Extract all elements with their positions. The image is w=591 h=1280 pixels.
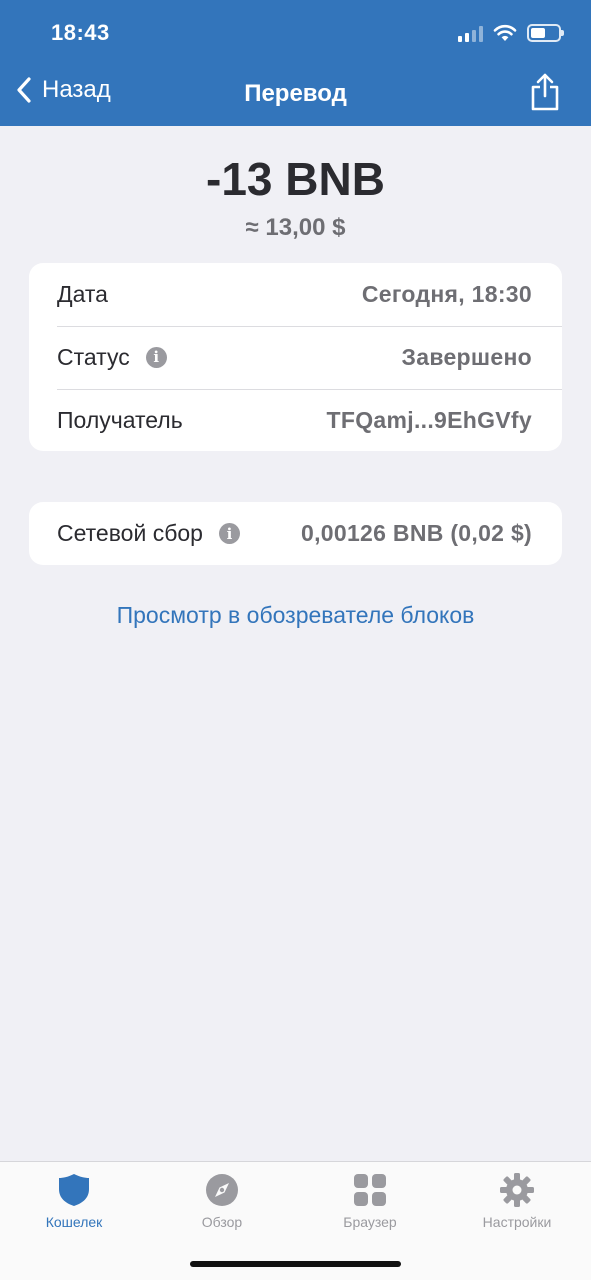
top-bar: 18:43 Назад Перевод [0,0,591,126]
tab-discover[interactable]: Обзор [148,1172,296,1230]
shield-icon [59,1174,89,1206]
status-value: Завершено [401,343,532,370]
wifi-icon [493,24,517,41]
tab-settings[interactable]: Настройки [443,1172,591,1230]
recipient-address[interactable]: TFQamj...9EhGVfy [327,407,532,434]
status-time: 18:43 [51,20,110,45]
fee-card: Сетевой сбор i 0,00126 BNB (0,02 $) [29,502,562,565]
fee-label: Сетевой сбор [57,520,203,546]
fee-label-group: Сетевой сбор i [57,520,240,547]
tab-wallet-label: Кошелек [45,1214,103,1230]
date-row: Дата Сегодня, 18:30 [29,263,562,325]
battery-icon [527,24,564,42]
tab-wallet[interactable]: Кошелек [0,1172,148,1230]
fee-value: 0,00126 BNB (0,02 $) [300,520,532,546]
details-card: Дата Сегодня, 18:30 Статус i Завершено П… [29,263,562,451]
date-label: Дата [57,280,108,307]
cellular-signal-icon [458,24,483,42]
info-icon[interactable]: i [145,346,167,368]
network-fee-row: Сетевой сбор i 0,00126 BNB (0,02 $) [29,502,562,565]
transaction-fiat-amount: ≈ 13,00 $ [245,214,346,241]
status-label-group: Статус i [57,344,167,371]
home-indicator [190,1261,401,1267]
status-label: Статус [57,343,130,370]
compass-icon [206,1174,238,1206]
recipient-row[interactable]: Получатель TFQamj...9EhGVfy [29,389,562,451]
grid-icon [354,1174,386,1206]
share-icon [531,73,559,111]
transaction-amount: -13 BNB [206,153,385,205]
recipient-label: Получатель [57,406,183,433]
status-icons [458,20,564,46]
page-title: Перевод [244,80,347,107]
gear-icon [500,1173,534,1207]
tab-discover-label: Обзор [201,1214,243,1230]
tab-settings-label: Настройки [482,1214,552,1230]
status-row: Статус i Завершено [29,326,562,388]
block-explorer-link[interactable]: Просмотр в обозревателе блоков [0,602,591,629]
info-icon[interactable]: i [218,523,240,544]
tab-browser[interactable]: Браузер [296,1172,444,1230]
share-button[interactable] [529,72,561,112]
tab-browser-label: Браузер [343,1214,397,1230]
date-value: Сегодня, 18:30 [361,280,532,307]
